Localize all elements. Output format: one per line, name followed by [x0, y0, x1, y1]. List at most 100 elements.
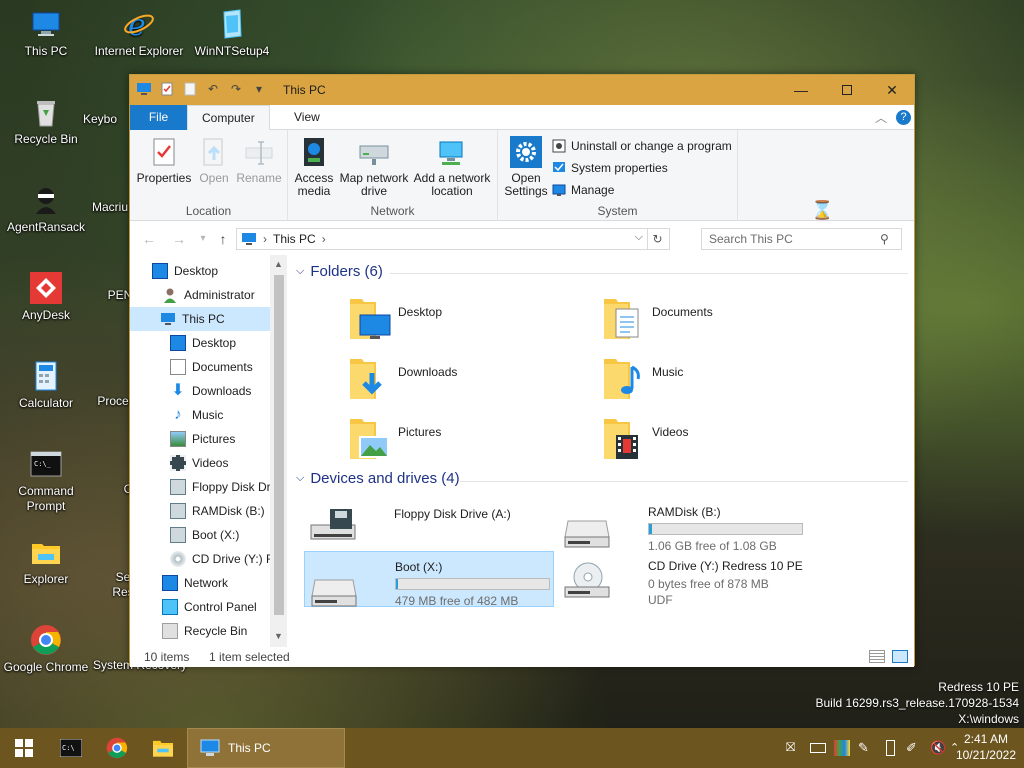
nav-item-floppy[interactable]: Floppy Disk Dri — [170, 475, 273, 499]
taskbar-file-explorer[interactable] — [140, 728, 186, 768]
tab-file[interactable]: File — [130, 105, 187, 130]
windows-logo-icon — [15, 739, 33, 757]
folder-music[interactable]: Music — [602, 355, 852, 407]
new-folder-qat-icon[interactable] — [182, 81, 198, 97]
tools-icon[interactable]: ✎ — [858, 740, 874, 756]
address-dropdown-icon[interactable]: ⌵ — [635, 231, 643, 244]
desktop-icon-this-pc[interactable]: This PC — [0, 8, 92, 59]
desktop-icon-explorer[interactable]: Explorer — [0, 536, 92, 587]
properties-button[interactable]: Properties — [136, 136, 192, 185]
taskbar-chrome[interactable] — [94, 728, 140, 768]
access-media-button[interactable]: Access media — [294, 136, 334, 198]
taskbar-window-this-pc[interactable]: This PC — [187, 728, 345, 768]
scroll-up-icon[interactable]: ▲ — [274, 259, 283, 269]
nav-item-videos[interactable]: Videos — [170, 451, 228, 475]
tab-view[interactable]: View — [280, 105, 334, 130]
nav-item-this-pc[interactable]: This PC — [130, 307, 270, 331]
volume-muted-icon[interactable]: 🔇 — [930, 740, 946, 756]
nav-item-desktop-sub[interactable]: Desktop — [170, 331, 236, 355]
drive-ramdisk[interactable]: RAMDisk (B:) 1.06 GB free of 1.08 GB — [558, 497, 808, 553]
desktop-icon-google-chrome[interactable]: Google Chrome — [0, 624, 92, 675]
group-label-location: Location — [185, 204, 232, 218]
desktop-icon-anydesk[interactable]: AnyDesk — [0, 272, 92, 323]
open-button[interactable]: Open — [194, 136, 234, 185]
search-icon: ⚲ — [880, 232, 889, 246]
address-bar[interactable]: › This PC › ⌵ ↻ — [236, 228, 670, 250]
folders-section-header[interactable]: ⌵ Folders (6) — [296, 263, 383, 280]
folder-documents[interactable]: Documents — [602, 295, 852, 347]
usb-drive-icon[interactable] — [886, 740, 895, 756]
redo-icon[interactable]: ↷ — [228, 81, 244, 97]
ribbon-group-network: Access media Map network drive Add a net… — [288, 130, 498, 221]
drive-boot[interactable]: Boot (X:) 479 MB free of 482 MB — [304, 551, 554, 608]
music-folder-icon — [604, 359, 640, 399]
undo-icon[interactable]: ↶ — [205, 81, 221, 97]
taskbar-command-prompt[interactable]: C:\ — [48, 728, 94, 768]
nav-item-desktop[interactable]: Desktop — [152, 259, 218, 283]
scroll-down-icon[interactable]: ▼ — [274, 631, 283, 641]
up-button[interactable]: ↑ — [214, 230, 232, 248]
nav-scrollbar[interactable]: ▲ ▼ — [270, 255, 287, 647]
minimize-button[interactable]: — — [778, 75, 824, 105]
forward-button[interactable]: → — [170, 230, 188, 248]
breadcrumb-chevron-icon: › — [263, 232, 267, 246]
help-icon[interactable]: ? — [896, 110, 911, 125]
nav-item-documents[interactable]: Documents — [170, 355, 253, 379]
details-view-icon[interactable] — [869, 650, 885, 663]
close-button[interactable]: ✕ — [869, 75, 915, 105]
manage-button[interactable]: Manage — [552, 180, 614, 200]
pen-icon[interactable]: ✐ — [906, 740, 922, 756]
desktop-icon-agentransack[interactable]: AgentRansack — [0, 184, 92, 235]
nav-item-cd-drive[interactable]: CD Drive (Y:) R — [170, 547, 275, 571]
drive-floppy[interactable]: Floppy Disk Drive (A:) — [304, 501, 554, 557]
system-properties-button[interactable]: System properties — [552, 158, 668, 178]
taskbar-clock[interactable]: 2:41 AM 10/21/2022 — [956, 731, 1016, 763]
recent-locations-button[interactable]: ▾ — [194, 230, 212, 248]
chevron-down-icon[interactable]: ▾ — [251, 81, 267, 97]
nav-item-music[interactable]: ♪ Music — [170, 403, 223, 427]
nav-item-control-panel[interactable]: Control Panel — [162, 595, 257, 619]
title-bar[interactable]: ↶ ↷ ▾ This PC — ✕ — [130, 75, 914, 105]
nav-item-ramdisk[interactable]: RAMDisk (B:) — [170, 499, 265, 523]
folder-videos[interactable]: Videos — [602, 415, 852, 467]
folder-desktop[interactable]: Desktop — [348, 295, 598, 347]
rename-button[interactable]: Rename — [234, 136, 284, 185]
desktop-icon-calculator[interactable]: Calculator — [0, 360, 92, 411]
start-button[interactable] — [0, 728, 48, 768]
nav-item-pictures[interactable]: Pictures — [170, 427, 235, 451]
chrome-icon — [31, 625, 61, 655]
computer-small-icon — [242, 233, 256, 245]
uninstall-program-button[interactable]: Uninstall or change a program — [552, 136, 732, 156]
downloads-folder-icon — [350, 359, 382, 399]
search-input[interactable]: Search This PC — [701, 228, 902, 250]
drives-section-header[interactable]: ⌵ Devices and drives (4) — [296, 470, 460, 487]
tab-computer[interactable]: Computer — [187, 105, 270, 131]
desktop-icon-internet-explorer[interactable]: e Internet Explorer — [93, 8, 185, 59]
drive-cd[interactable]: CD Drive (Y:) Redress 10 PE 0 bytes free… — [558, 551, 808, 613]
breadcrumb-this-pc[interactable]: This PC — [273, 232, 316, 246]
desktop-icon-winntsetup[interactable]: WinNTSetup4 — [186, 8, 278, 59]
folder-downloads[interactable]: Downloads — [348, 355, 598, 407]
nav-item-downloads[interactable]: ⬇ Downloads — [170, 379, 251, 403]
refresh-icon[interactable]: ↻ — [647, 229, 667, 249]
calculator-icon — [35, 361, 57, 391]
desktop-icon-command-prompt[interactable]: C:\_ Command Prompt — [0, 448, 92, 514]
nav-item-administrator[interactable]: Administrator — [162, 283, 255, 307]
nav-item-network[interactable]: Network — [162, 571, 228, 595]
back-button[interactable]: ← — [140, 230, 158, 248]
keyboard-icon[interactable] — [810, 743, 826, 753]
desktop-icon-keyboard[interactable]: Keybo — [70, 112, 130, 127]
folder-pictures[interactable]: Pictures — [348, 415, 598, 467]
map-network-drive-button[interactable]: Map network drive — [338, 136, 410, 198]
open-settings-button[interactable]: Open Settings — [502, 136, 550, 198]
scrollbar-thumb[interactable] — [274, 275, 284, 615]
collapse-ribbon-icon[interactable]: ︿ — [875, 109, 887, 126]
network-disconnected-icon[interactable]: ⛝ — [786, 740, 802, 756]
display-settings-icon[interactable] — [834, 740, 850, 756]
large-icons-view-icon[interactable] — [892, 650, 908, 663]
maximize-button[interactable] — [824, 75, 870, 105]
nav-item-recycle-bin[interactable]: Recycle Bin — [162, 619, 247, 643]
properties-qat-icon[interactable] — [159, 81, 175, 97]
add-network-location-button[interactable]: Add a network location — [412, 136, 492, 198]
nav-item-boot[interactable]: Boot (X:) — [170, 523, 239, 547]
